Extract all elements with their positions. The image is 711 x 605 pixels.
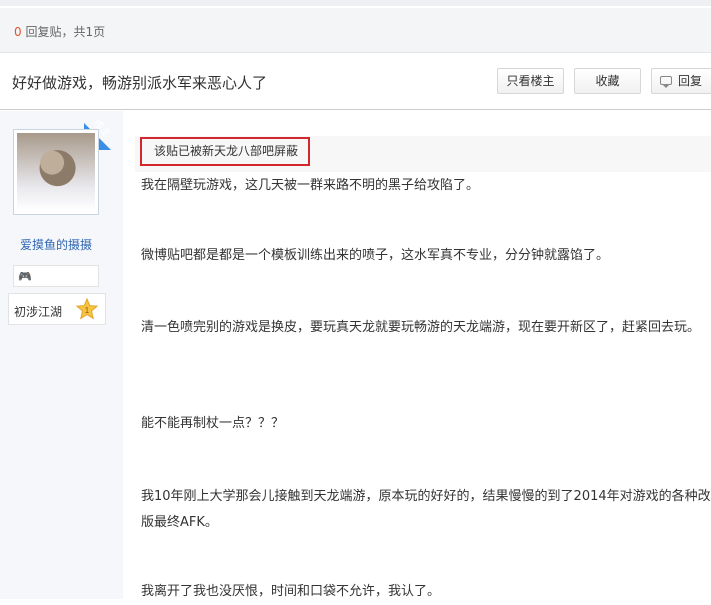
author-icon-box: 🎮 (13, 265, 99, 287)
post-paragraph: 微博贴吧都是都是一个模板训练出来的喷子，这水军真不专业，分分钟就露馅了。 (141, 248, 610, 263)
game-controller-icon[interactable]: 🎮 (18, 270, 32, 283)
thread-header: 好好做游戏，畅游别派水军来恶心人了 只看楼主 收藏 回复 (0, 53, 711, 110)
post-paragraph: 清一色喷完别的游戏是换皮，要玩真天龙就要玩畅游的天龙端游，现在要开新区了，赶紧回… (141, 320, 701, 335)
reply-count: 0 (14, 25, 22, 39)
reply-stats-bar: 0 回复贴，共1页 (0, 8, 711, 53)
top-strip (0, 0, 711, 6)
level-star-icon: 1 (76, 298, 98, 320)
author-name[interactable]: 爱摸鱼的摄摄 (0, 236, 112, 253)
post-paragraph: 我10年刚上大学那会儿接触到天龙端游，原本玩的好好的，结果慢慢的到了2014年对… (141, 489, 711, 530)
reply-icon (660, 76, 672, 88)
level-name: 初涉江湖 (14, 305, 63, 319)
avatar-image (17, 133, 95, 211)
level-box[interactable]: 初涉江湖 1 (8, 293, 106, 325)
page-count: 1 (85, 25, 94, 39)
blocked-notice: 该贴已被新天龙八部吧屏蔽 (140, 137, 310, 166)
post-paragraph: 我在隔壁玩游戏，这几天被一群来路不明的黑子给攻陷了。 (141, 178, 480, 193)
reply-stats-label: 回复贴，共 (25, 25, 86, 39)
reply-stats: 0 回复贴，共1页 (14, 23, 105, 40)
thread-title: 好好做游戏，畅游别派水军来恶心人了 (12, 74, 268, 92)
reply-button-label: 回复 (678, 74, 703, 88)
post-paragraph: 我离开了我也没厌恨，时间和口袋不允许，我认了。 (141, 584, 441, 599)
favorite-button[interactable]: 收藏 (574, 68, 641, 94)
reply-button[interactable]: 回复 (651, 68, 711, 94)
page-count-suffix: 页 (93, 25, 106, 39)
only-op-button[interactable]: 只看楼主 (497, 68, 564, 94)
avatar[interactable] (13, 129, 99, 215)
level-number: 1 (85, 306, 90, 315)
post-paragraph: 能不能再制杖一点？？？ (141, 416, 285, 431)
